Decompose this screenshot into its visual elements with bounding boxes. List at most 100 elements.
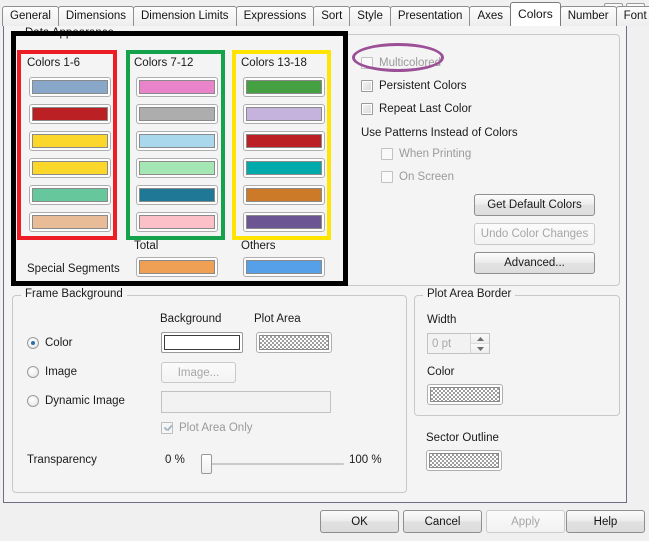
plot-area-only-label: Plot Area Only bbox=[179, 422, 253, 434]
undo-color-changes-button: Undo Color Changes bbox=[474, 223, 595, 245]
border-width-spinner-arrows[interactable] bbox=[470, 334, 489, 353]
color-swatch-11[interactable] bbox=[136, 185, 218, 205]
use-patterns-label: Use Patterns Instead of Colors bbox=[361, 127, 518, 139]
tab-list: General Dimensions Dimension Limits Expr… bbox=[2, 2, 649, 26]
tab-number[interactable]: Number bbox=[559, 6, 617, 26]
tab-sort[interactable]: Sort bbox=[313, 6, 351, 26]
color-swatch-14[interactable] bbox=[243, 104, 325, 124]
transparency-max-label: 100 % bbox=[349, 454, 382, 466]
special-segments-label: Special Segments bbox=[27, 263, 120, 275]
color-radio-label: Color bbox=[45, 337, 73, 349]
frame-background-legend: Frame Background bbox=[21, 288, 127, 300]
tab-style[interactable]: Style bbox=[349, 6, 391, 26]
image-radio[interactable] bbox=[27, 366, 39, 378]
dynamic-image-radio[interactable] bbox=[27, 395, 39, 407]
transparency-min-label: 0 % bbox=[165, 454, 185, 466]
plot-area-only-checkbox-row: Plot Area Only bbox=[161, 422, 253, 434]
transparency-label: Transparency bbox=[27, 454, 97, 466]
spinner-down-button[interactable] bbox=[471, 344, 489, 353]
tab-general[interactable]: General bbox=[2, 6, 59, 26]
dynamic-image-radio-label: Dynamic Image bbox=[45, 395, 125, 407]
background-color-swatch[interactable] bbox=[161, 332, 243, 353]
cancel-button[interactable]: Cancel bbox=[403, 510, 482, 533]
apply-button: Apply bbox=[486, 510, 565, 533]
tab-axes[interactable]: Axes bbox=[469, 6, 512, 26]
color-swatch-6[interactable] bbox=[29, 212, 111, 232]
advanced-button[interactable]: Advanced... bbox=[474, 252, 595, 274]
repeat-last-color-checkbox-row[interactable]: Repeat Last Color bbox=[361, 103, 472, 115]
multicolored-checkbox[interactable] bbox=[361, 57, 373, 69]
dynamic-image-input[interactable] bbox=[161, 391, 331, 413]
transparency-slider-thumb[interactable] bbox=[201, 454, 212, 474]
spinner-up-button[interactable] bbox=[471, 334, 489, 344]
tab-dimensions[interactable]: Dimensions bbox=[57, 6, 134, 26]
background-label: Background bbox=[160, 313, 222, 325]
color-swatch-8[interactable] bbox=[136, 104, 218, 124]
on-screen-label: On Screen bbox=[399, 171, 454, 183]
border-width-label: Width bbox=[427, 314, 457, 326]
dynamic-image-radio-row[interactable]: Dynamic Image bbox=[27, 395, 125, 407]
persistent-colors-checkbox-row[interactable]: Persistent Colors bbox=[361, 80, 467, 92]
tab-font[interactable]: Font bbox=[615, 6, 649, 26]
colors-1-6-label: Colors 1-6 bbox=[27, 57, 81, 69]
data-appearance-group: Data Appearance Colors 1-6 Colors 7-12 C… bbox=[12, 27, 620, 286]
color-radio-row[interactable]: Color bbox=[27, 337, 72, 349]
others-label: Others bbox=[241, 240, 276, 252]
image-browse-button: Image... bbox=[161, 362, 236, 383]
color-swatch-18[interactable] bbox=[243, 212, 325, 232]
total-color-swatch[interactable] bbox=[136, 257, 218, 277]
colors-7-12-label: Colors 7-12 bbox=[134, 57, 194, 69]
when-printing-checkbox bbox=[381, 148, 393, 160]
border-width-stepper[interactable]: 0 pt bbox=[427, 333, 490, 354]
get-default-colors-button[interactable]: Get Default Colors bbox=[474, 194, 595, 216]
tab-presentation[interactable]: Presentation bbox=[389, 6, 471, 26]
tab-strip: General Dimensions Dimension Limits Expr… bbox=[0, 0, 649, 26]
frame-background-group: Frame Background Background Plot Area Co… bbox=[12, 288, 407, 493]
colors-tab-page: Data Appearance Colors 1-6 Colors 7-12 C… bbox=[3, 25, 627, 503]
color-swatch-7[interactable] bbox=[136, 77, 218, 97]
when-printing-label: When Printing bbox=[399, 148, 472, 160]
tab-colors[interactable]: Colors bbox=[510, 2, 561, 26]
color-swatch-4[interactable] bbox=[29, 158, 111, 178]
color-swatch-10[interactable] bbox=[136, 158, 218, 178]
border-width-value: 0 pt bbox=[432, 337, 452, 350]
transparency-slider-track[interactable] bbox=[203, 463, 344, 465]
color-radio[interactable] bbox=[27, 337, 39, 349]
data-appearance-legend: Data Appearance bbox=[21, 27, 118, 39]
multicolored-checkbox-row[interactable]: Multicolored bbox=[361, 57, 441, 69]
color-swatch-16[interactable] bbox=[243, 158, 325, 178]
others-color-swatch[interactable] bbox=[243, 257, 325, 277]
border-color-label: Color bbox=[427, 366, 455, 378]
color-swatch-2[interactable] bbox=[29, 104, 111, 124]
multicolored-label: Multicolored bbox=[379, 57, 441, 69]
color-swatch-15[interactable] bbox=[243, 131, 325, 151]
help-button[interactable]: Help bbox=[566, 510, 645, 533]
color-swatch-1[interactable] bbox=[29, 77, 111, 97]
repeat-last-color-checkbox[interactable] bbox=[361, 103, 373, 115]
plot-area-label: Plot Area bbox=[254, 313, 301, 325]
color-swatch-13[interactable] bbox=[243, 77, 325, 97]
when-printing-checkbox-row: When Printing bbox=[381, 148, 471, 160]
repeat-last-color-label: Repeat Last Color bbox=[379, 103, 472, 115]
image-radio-label: Image bbox=[45, 366, 77, 378]
spinner-down-icon bbox=[476, 346, 484, 351]
on-screen-checkbox-row: On Screen bbox=[381, 171, 454, 183]
persistent-colors-label: Persistent Colors bbox=[379, 80, 467, 92]
color-swatch-3[interactable] bbox=[29, 131, 111, 151]
dialog-footer: OK Cancel Apply Help bbox=[0, 505, 649, 541]
image-radio-row[interactable]: Image bbox=[27, 366, 77, 378]
ok-button[interactable]: OK bbox=[320, 510, 399, 533]
plot-area-only-checkbox bbox=[161, 422, 173, 434]
plot-area-color-swatch[interactable] bbox=[256, 332, 332, 353]
color-swatch-17[interactable] bbox=[243, 185, 325, 205]
color-swatch-12[interactable] bbox=[136, 212, 218, 232]
plot-area-border-group: Plot Area Border Width 0 pt Color bbox=[414, 288, 620, 416]
spinner-up-icon bbox=[476, 336, 484, 341]
sector-outline-color-swatch[interactable] bbox=[426, 450, 502, 471]
tab-dimension-limits[interactable]: Dimension Limits bbox=[133, 6, 237, 26]
persistent-colors-checkbox[interactable] bbox=[361, 80, 373, 92]
color-swatch-5[interactable] bbox=[29, 185, 111, 205]
color-swatch-9[interactable] bbox=[136, 131, 218, 151]
border-color-swatch[interactable] bbox=[427, 384, 503, 405]
tab-expressions[interactable]: Expressions bbox=[235, 6, 315, 26]
